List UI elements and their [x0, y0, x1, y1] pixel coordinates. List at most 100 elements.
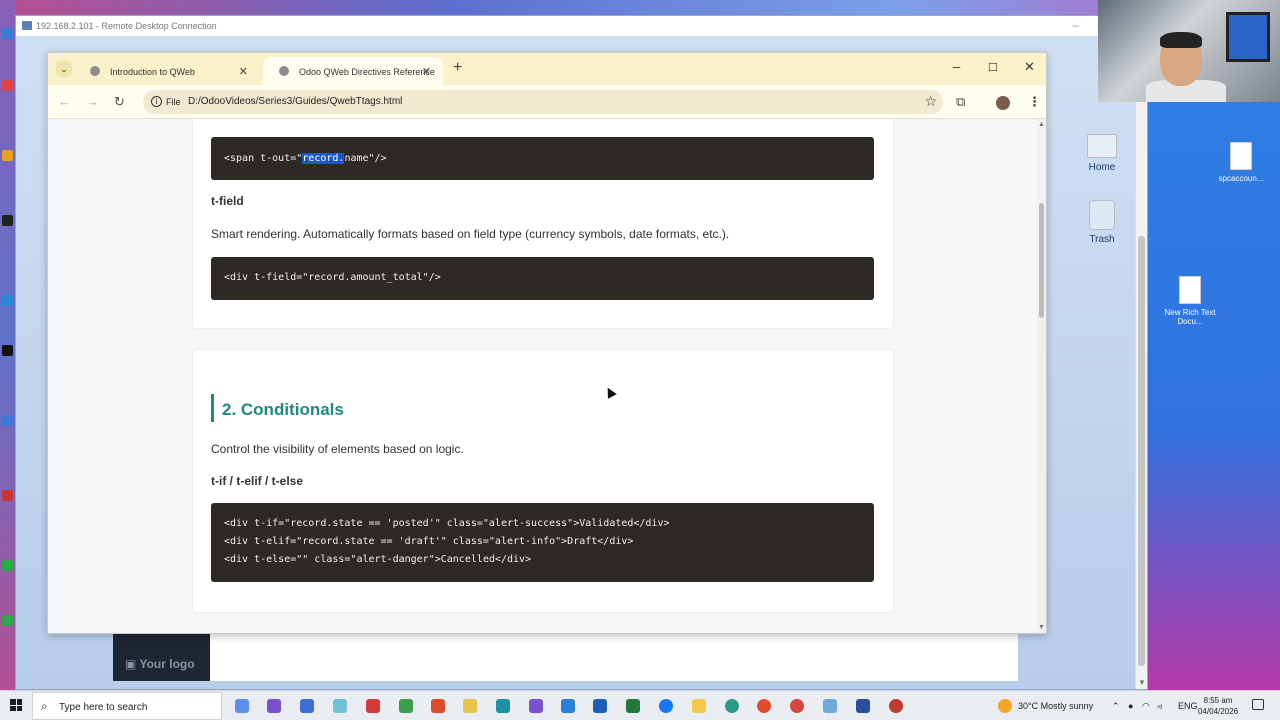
code-line: <div t-else="" class="alert-danger">Canc…	[224, 554, 532, 565]
chrome-active-icon[interactable]	[790, 699, 804, 713]
browser-menu-icon[interactable]: ⋮	[1028, 94, 1041, 110]
reload-button[interactable]: ↻	[114, 94, 125, 110]
globe-icon	[90, 66, 100, 76]
output-card: <span t-out="record.name"/> t-field Smar…	[192, 119, 894, 329]
scroll-down-arrow-icon[interactable]: ▼	[1138, 678, 1146, 687]
trash-icon	[1089, 200, 1115, 230]
home-folder-icon	[1087, 134, 1117, 158]
tab-odoo-qweb-directives-reference[interactable]: Odoo QWeb Directives Reference ✕	[263, 57, 443, 85]
info-icon[interactable]: i	[151, 96, 162, 107]
app-icon[interactable]	[496, 699, 510, 713]
page-viewport: <span t-out="record.name"/> t-field Smar…	[48, 119, 1046, 633]
viber-icon[interactable]	[529, 699, 543, 713]
desktop-icon-spcaccount[interactable]: spcaccoun...	[1206, 142, 1276, 183]
app-icon[interactable]	[889, 699, 903, 713]
tab-introduction-to-qweb[interactable]: Introduction to QWeb ✕	[74, 57, 260, 85]
t-if-heading: t-if / t-elif / t-else	[211, 474, 304, 488]
rdp-scroll-thumb[interactable]	[1138, 236, 1145, 666]
acrobat-icon[interactable]	[366, 699, 380, 713]
rdp-title-bar[interactable]: 192.168.2.101 - Remote Desktop Connectio…	[16, 16, 1147, 36]
back-button[interactable]: ←	[58, 94, 71, 109]
app-icon[interactable]	[333, 699, 347, 713]
remote-desktop-icon-home[interactable]: Home	[1072, 134, 1132, 173]
close-tab-icon[interactable]: ✕	[239, 65, 248, 78]
globe-icon	[279, 66, 289, 76]
app-icon[interactable]	[463, 699, 477, 713]
edge-icon[interactable]	[725, 699, 739, 713]
code-block-t-out: <span t-out="record.name"/>	[211, 137, 874, 180]
logo-text: Your logo	[139, 657, 195, 671]
desktop-icon-label: spcaccoun...	[1218, 174, 1264, 183]
app-icon[interactable]	[399, 699, 413, 713]
outlook-icon[interactable]	[593, 699, 607, 713]
conditionals-card: 2. Conditionals Control the visibility o…	[192, 349, 894, 613]
maximize-button[interactable]: ☐	[988, 61, 998, 74]
visual-studio-icon[interactable]	[267, 699, 281, 713]
microphone-icon[interactable]: ●	[1128, 701, 1133, 711]
app-icon[interactable]	[300, 699, 314, 713]
chevron-up-icon[interactable]: ⌃	[1112, 701, 1120, 712]
odoo-logo-placeholder: ▣ Your logo	[113, 633, 210, 681]
background-monitor	[1226, 12, 1270, 62]
windows-start-icon[interactable]	[10, 699, 22, 711]
search-placeholder: Type here to search	[59, 702, 148, 713]
close-window-button[interactable]: ✕	[1024, 59, 1035, 75]
copilot-icon[interactable]	[235, 699, 249, 713]
tab-strip: ⌄ Introduction to QWeb ✕ Odoo QWeb Direc…	[48, 53, 1046, 85]
remote-desktop-icon-trash[interactable]: Trash	[1072, 200, 1132, 245]
browser-window: ⌄ Introduction to QWeb ✕ Odoo QWeb Direc…	[47, 52, 1047, 634]
bookmark-star-icon[interactable]: ☆	[924, 93, 937, 110]
clock[interactable]: 8:55 am 04/04/2026	[1198, 695, 1238, 717]
scroll-up-arrow-icon[interactable]: ▲	[1038, 121, 1045, 128]
language-indicator[interactable]: ENG	[1178, 701, 1198, 711]
minimize-button[interactable]: –	[953, 59, 960, 74]
toolbar: ← → ↻ i File D:/OdooVideos/Series3/Guide…	[48, 85, 1046, 119]
forward-button[interactable]: →	[86, 94, 99, 109]
code-line: <div t-elif="record.state == 'draft'" cl…	[224, 536, 634, 547]
notifications-icon[interactable]	[1252, 699, 1264, 710]
volume-icon[interactable]: ◃	[1157, 701, 1162, 712]
weather-text[interactable]: 30°C Mostly sunny	[1018, 701, 1093, 711]
scroll-down-arrow-icon[interactable]: ▼	[1038, 624, 1045, 631]
facebook-icon[interactable]	[659, 699, 673, 713]
rdp-title-text: 192.168.2.101 - Remote Desktop Connectio…	[36, 21, 217, 31]
close-tab-icon[interactable]: ✕	[422, 65, 431, 78]
document-icon	[1230, 142, 1252, 170]
section-title-conditionals: 2. Conditionals	[211, 394, 344, 422]
new-tab-button[interactable]: +	[453, 59, 462, 77]
rdp-minimize-button[interactable]: –	[1072, 18, 1079, 32]
taskbar-search-box[interactable]: ⌕ Type here to search	[32, 692, 222, 720]
wifi-icon[interactable]: ◠	[1142, 701, 1150, 712]
app-icon[interactable]	[431, 699, 445, 713]
excel-icon[interactable]	[626, 699, 640, 713]
selected-text: record.	[302, 153, 345, 164]
page-scroll-thumb[interactable]	[1039, 203, 1044, 318]
taskbar: ⌕ Type here to search 30°C Mostly sunny …	[0, 690, 1280, 720]
desktop-icon-new-rich-text[interactable]: New Rich Text Docu...	[1155, 276, 1225, 326]
clock-date: 04/04/2026	[1198, 707, 1239, 716]
conditionals-description: Control the visibility of elements based…	[211, 442, 464, 456]
extensions-icon[interactable]: ⧉	[956, 94, 965, 110]
webcam-overlay	[1098, 0, 1280, 102]
file-explorer-icon[interactable]	[692, 699, 706, 713]
address-bar[interactable]: i File D:/OdooVideos/Series3/Guides/Qweb…	[143, 90, 943, 114]
page-scrollbar[interactable]: ▲ ▼	[1037, 119, 1046, 633]
rich-text-document-icon	[1179, 276, 1201, 304]
chrome-icon[interactable]	[757, 699, 771, 713]
presenter-hair	[1160, 32, 1202, 48]
rdp-vertical-scrollbar[interactable]: ▲ ▼	[1135, 36, 1147, 689]
t-field-heading: t-field	[211, 194, 244, 208]
home-icon-label: Home	[1088, 162, 1116, 173]
code-block-t-if: <div t-if="record.state == 'posted'" cla…	[211, 503, 874, 582]
code-text: <span t-out="	[224, 153, 303, 164]
vscode-icon[interactable]	[561, 699, 575, 713]
url-scheme-chip[interactable]: File	[166, 97, 181, 107]
weather-sun-icon[interactable]	[998, 699, 1012, 713]
app-icon[interactable]	[856, 699, 870, 713]
remote-desktop-icon[interactable]	[823, 699, 837, 713]
url-text[interactable]: D:/OdooVideos/Series3/Guides/QwebTtags.h…	[188, 96, 402, 107]
tab-search-button[interactable]: ⌄	[56, 61, 72, 77]
clock-time: 8:55 am	[1203, 696, 1233, 705]
code-block-t-field: <div t-field="record.amount_total"/>	[211, 257, 874, 300]
profile-avatar[interactable]	[996, 96, 1010, 110]
